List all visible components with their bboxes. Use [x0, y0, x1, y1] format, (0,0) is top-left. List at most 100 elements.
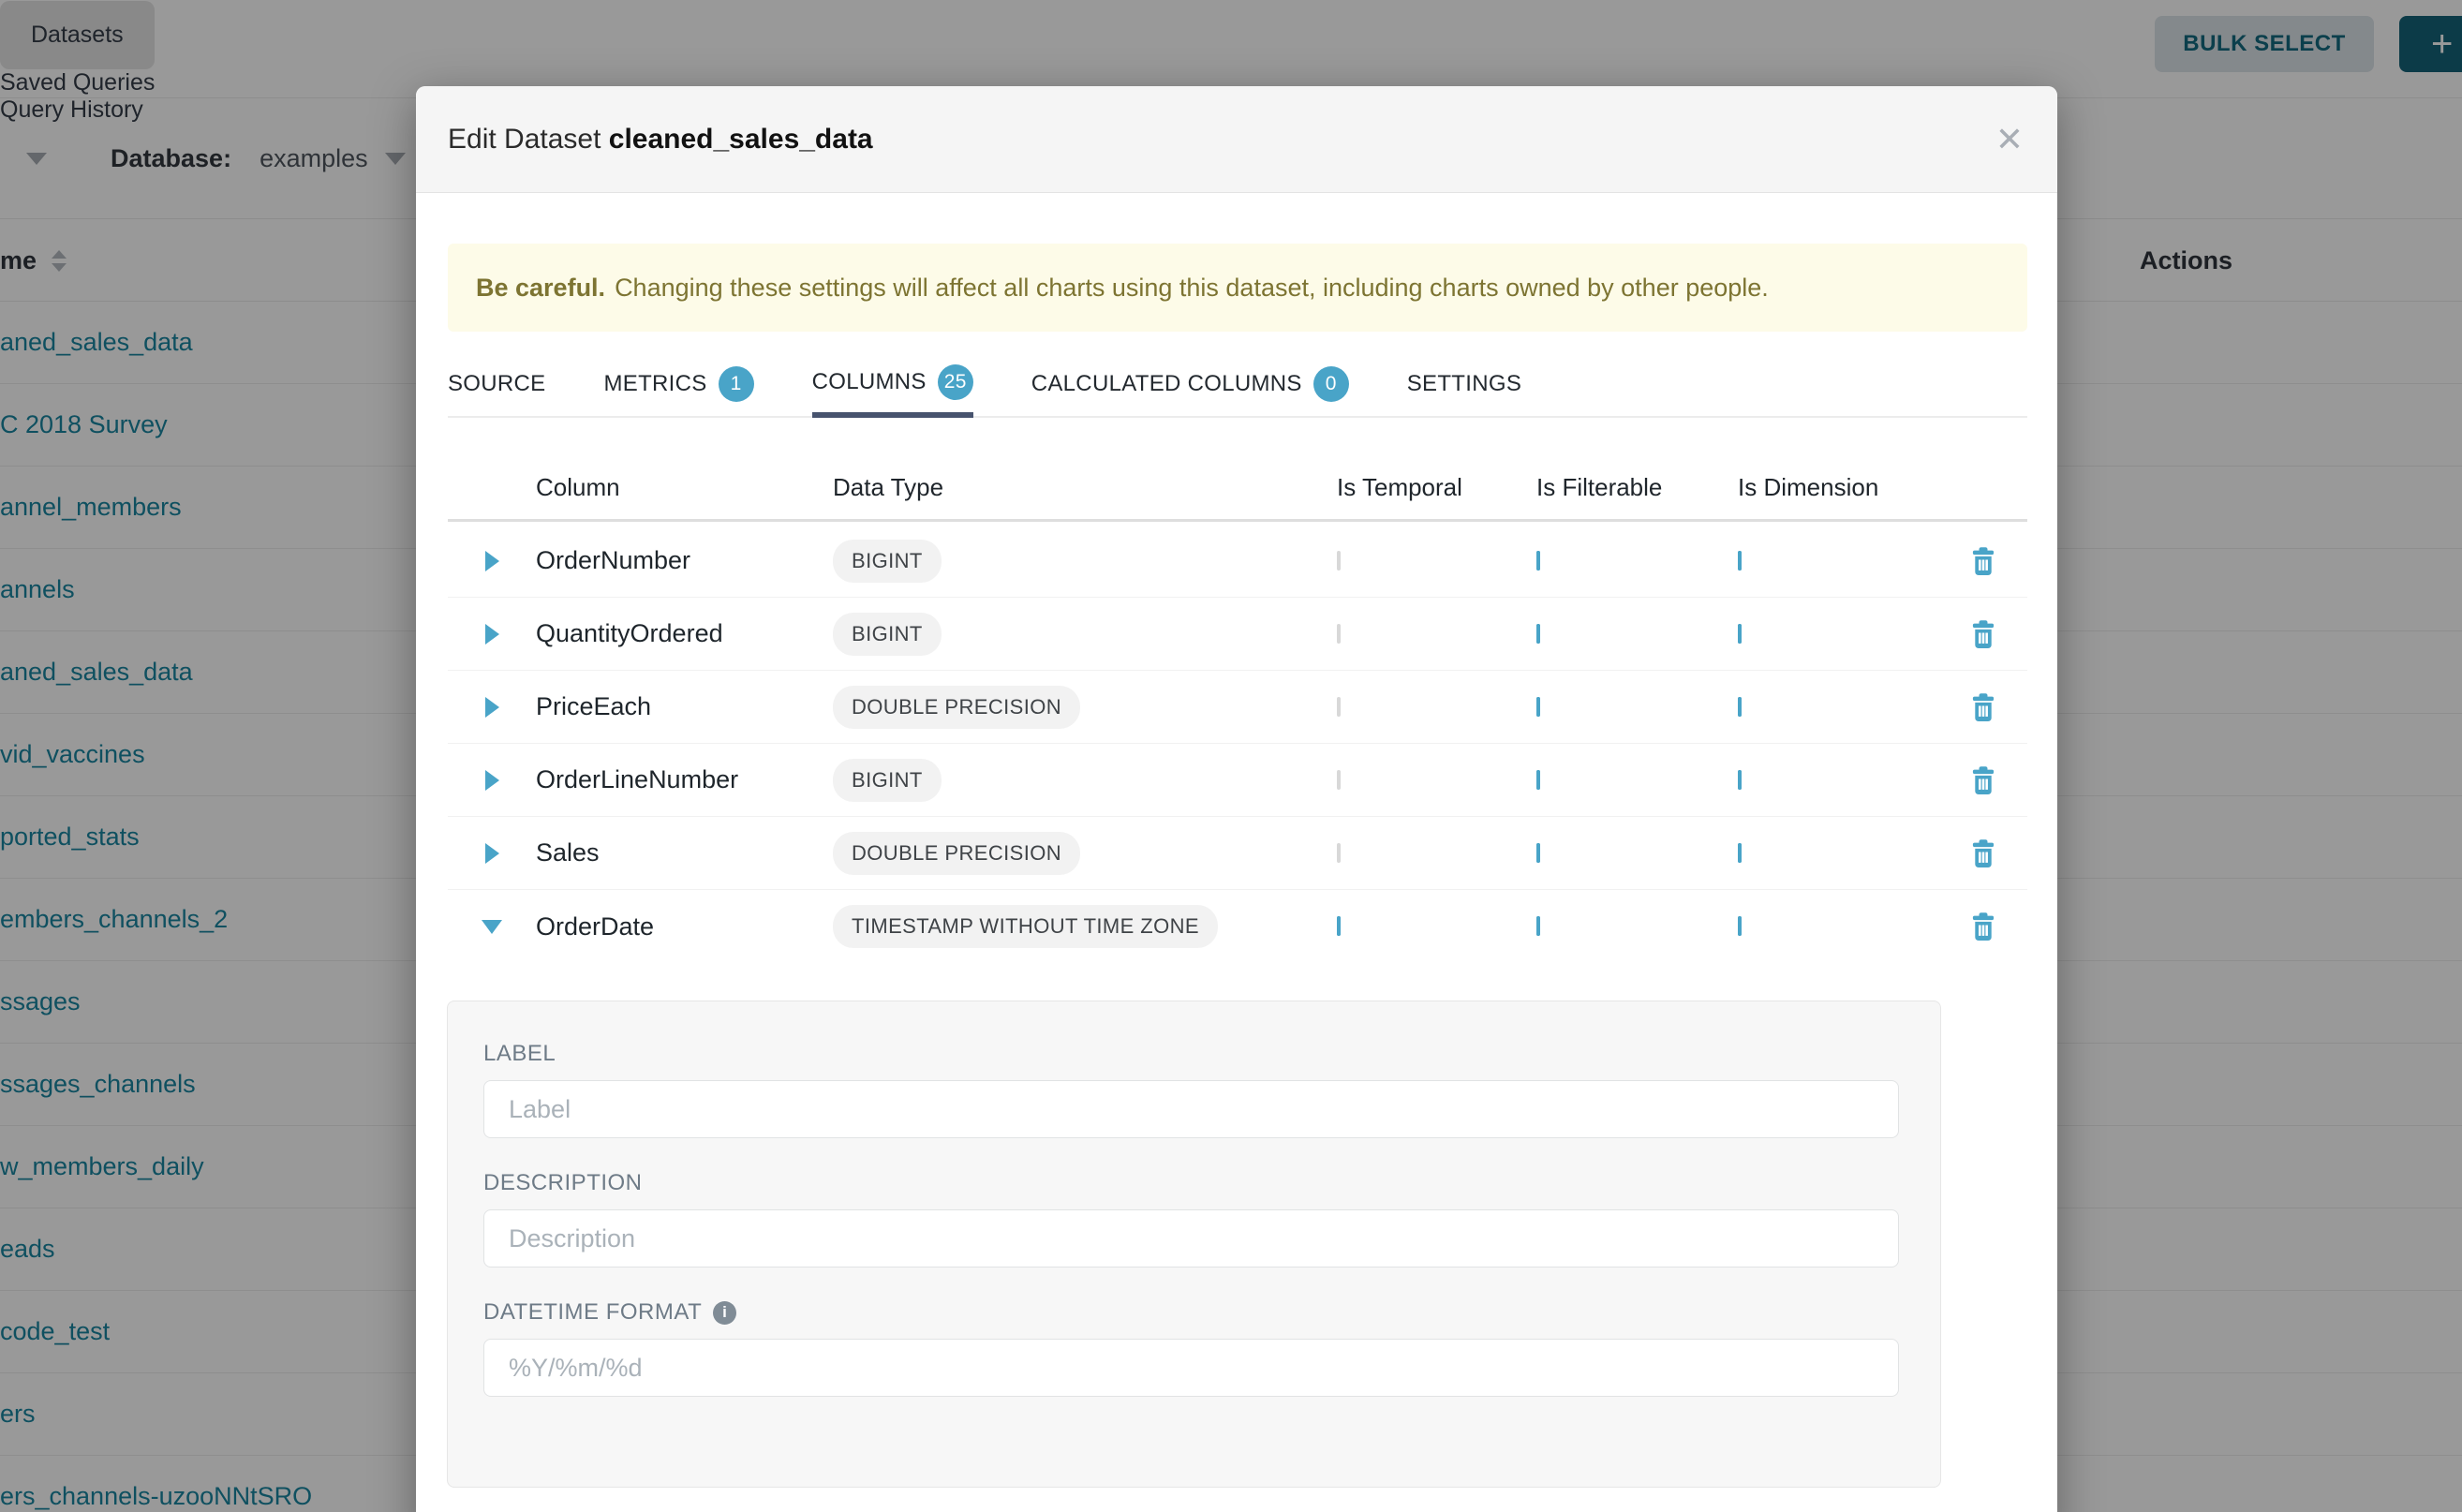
trash-icon[interactable] [1966, 763, 2000, 797]
warning-banner-bold: Be careful. [476, 274, 605, 303]
delete-cell [1939, 763, 2027, 797]
is-filterable-cell [1536, 553, 1738, 570]
is-dimension-cell [1738, 845, 1939, 862]
datasets-page: DatabasesDatasetsSaved QueriesQuery Hist… [0, 0, 2462, 1512]
is-dimension-checkbox[interactable] [1738, 770, 1742, 790]
delete-cell [1939, 837, 2027, 870]
is-filterable-checkbox[interactable] [1536, 916, 1540, 936]
is-filterable-checkbox[interactable] [1536, 770, 1540, 790]
info-icon[interactable]: i [713, 1301, 736, 1325]
is-dimension-checkbox[interactable] [1738, 551, 1742, 571]
tab-columns[interactable]: COLUMNS 25 [812, 351, 973, 418]
is-temporal-checkbox[interactable] [1337, 697, 1341, 717]
close-icon[interactable]: ✕ [1995, 86, 2024, 193]
column-row: PriceEach DOUBLE PRECISION [448, 671, 2027, 744]
trash-icon[interactable] [1966, 690, 2000, 724]
modal-title-prefix: Edit Dataset [448, 124, 601, 155]
is-dimension-checkbox[interactable] [1738, 624, 1742, 644]
trash-icon[interactable] [1966, 544, 2000, 578]
is-filterable-header: Is Filterable [1536, 473, 1738, 502]
delete-cell [1939, 617, 2027, 651]
expand-caret-icon[interactable] [485, 843, 499, 864]
data-type-pill: DOUBLE PRECISION [833, 686, 1080, 729]
expand-caret-icon[interactable] [482, 920, 502, 934]
field-label-text: DATETIME FORMAT [483, 1299, 702, 1326]
warning-banner: Be careful. Changing these settings will… [448, 244, 2027, 332]
tab-label: SOURCE [448, 371, 545, 397]
expand-caret-icon[interactable] [485, 697, 499, 718]
trash-icon[interactable] [1966, 617, 2000, 651]
modal-title: Edit Dataset cleaned_sales_data [448, 124, 873, 156]
form-field: DATETIME FORMAT i [483, 1299, 1899, 1397]
data-type-pill: DOUBLE PRECISION [833, 832, 1080, 875]
expand-caret-cell [448, 697, 536, 718]
column-name: QuantityOrdered [536, 619, 833, 648]
column-row: OrderNumber BIGINT [448, 525, 2027, 598]
is-temporal-cell [1337, 553, 1536, 570]
is-dimension-checkbox[interactable] [1738, 843, 1742, 863]
trash-icon[interactable] [1966, 910, 2000, 943]
tab-calculated-columns[interactable]: CALCULATED COLUMNS 0 [1031, 351, 1349, 416]
data-type-cell: DOUBLE PRECISION [833, 832, 1337, 875]
column-row: OrderLineNumber BIGINT [448, 744, 2027, 817]
tab-source[interactable]: SOURCE [448, 351, 545, 416]
delete-cell [1939, 544, 2027, 578]
is-dimension-cell [1738, 772, 1939, 789]
is-filterable-checkbox[interactable] [1536, 843, 1540, 863]
data-type-cell: BIGINT [833, 759, 1337, 802]
data-type-pill: BIGINT [833, 759, 942, 802]
tab-metrics[interactable]: METRICS 1 [603, 351, 753, 416]
is-filterable-checkbox[interactable] [1536, 697, 1540, 717]
is-temporal-checkbox[interactable] [1337, 624, 1341, 644]
datetime-format-input[interactable] [483, 1339, 1899, 1397]
data-type-cell: BIGINT [833, 540, 1337, 583]
is-temporal-checkbox[interactable] [1337, 843, 1341, 863]
data-type-cell: TIMESTAMP WITHOUT TIME ZONE [833, 905, 1337, 948]
is-filterable-checkbox[interactable] [1536, 624, 1540, 644]
is-dimension-checkbox[interactable] [1738, 916, 1742, 936]
field-label: DATETIME FORMAT i [483, 1299, 1899, 1326]
is-temporal-cell [1337, 626, 1536, 643]
tab-badge: 25 [938, 364, 973, 400]
is-filterable-cell [1536, 918, 1738, 935]
columns-table-header: Column Data Type Is Temporal Is Filterab… [448, 456, 2027, 522]
expand-caret-cell [448, 551, 536, 571]
column-name: PriceEach [536, 692, 833, 721]
data-type-pill: BIGINT [833, 613, 942, 656]
is-temporal-checkbox[interactable] [1337, 916, 1341, 936]
edit-dataset-modal: Edit Dataset cleaned_sales_data ✕ Be car… [416, 86, 2057, 1512]
field-label-text: LABEL [483, 1041, 556, 1067]
is-dimension-cell [1738, 699, 1939, 716]
tab-label: METRICS [603, 371, 706, 397]
is-temporal-cell [1337, 772, 1536, 789]
data-type-cell: BIGINT [833, 613, 1337, 656]
expand-caret-icon[interactable] [485, 770, 499, 791]
tab-label: SETTINGS [1407, 371, 1521, 397]
delete-cell [1939, 910, 2027, 943]
expand-caret-icon[interactable] [485, 624, 499, 645]
warning-banner-text: Changing these settings will affect all … [615, 274, 1769, 303]
is-dimension-checkbox[interactable] [1738, 697, 1742, 717]
is-filterable-cell [1536, 772, 1738, 789]
label-input[interactable] [483, 1080, 1899, 1138]
column-name: OrderNumber [536, 546, 833, 575]
column-row: QuantityOrdered BIGINT [448, 598, 2027, 671]
is-dimension-cell [1738, 626, 1939, 643]
is-temporal-checkbox[interactable] [1337, 551, 1341, 571]
tab-badge: 0 [1313, 366, 1349, 402]
field-label: LABEL [483, 1041, 1899, 1067]
modal-header: Edit Dataset cleaned_sales_data ✕ [416, 86, 2057, 193]
description-input[interactable] [483, 1209, 1899, 1267]
expand-caret-icon[interactable] [485, 551, 499, 571]
column-name: Sales [536, 838, 833, 867]
trash-icon[interactable] [1966, 837, 2000, 870]
expand-caret-cell [448, 843, 536, 864]
is-temporal-checkbox[interactable] [1337, 770, 1341, 790]
data-type-header: Data Type [833, 473, 1337, 502]
expand-caret-cell [448, 920, 536, 934]
tab-settings[interactable]: SETTINGS [1407, 351, 1521, 416]
is-dimension-cell [1738, 553, 1939, 570]
is-filterable-checkbox[interactable] [1536, 551, 1540, 571]
tab-label: CALCULATED COLUMNS [1031, 371, 1302, 397]
is-temporal-cell [1337, 918, 1536, 935]
